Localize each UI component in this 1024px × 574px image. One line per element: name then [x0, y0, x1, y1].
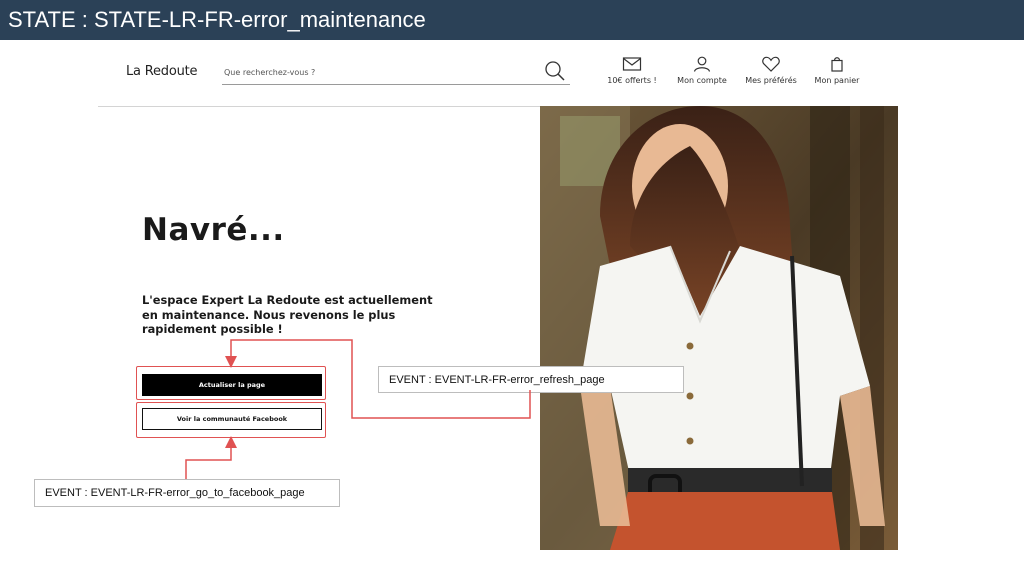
state-title-bar: STATE : STATE-LR-FR-error_maintenance	[0, 0, 1024, 40]
page-title: Navré...	[142, 212, 285, 248]
refresh-button-highlight	[136, 366, 326, 400]
nav-account[interactable]: Mon compte	[674, 56, 730, 85]
nav-cart-label: Mon panier	[814, 76, 860, 85]
state-title: STATE : STATE-LR-FR-error_maintenance	[8, 7, 426, 32]
facebook-event-annotation: EVENT : EVENT-LR-FR-error_go_to_facebook…	[34, 479, 340, 507]
woman-photo-illustration	[540, 106, 898, 550]
search-bar	[222, 60, 570, 85]
la-redoute-logo[interactable]: La Redoute	[126, 64, 198, 79]
facebook-button-highlight	[136, 402, 326, 438]
nav-favorites[interactable]: Mes préférés	[742, 56, 800, 85]
facebook-event-connector	[185, 436, 237, 479]
search-input[interactable]	[224, 64, 524, 80]
refresh-event-annotation: EVENT : EVENT-LR-FR-error_refresh_page	[378, 366, 684, 393]
search-icon[interactable]	[544, 60, 566, 82]
nav-cart[interactable]: Mon panier	[812, 56, 862, 85]
header-divider	[98, 106, 540, 107]
nav-account-label: Mon compte	[677, 76, 727, 85]
heart-icon	[762, 56, 780, 72]
nav-favorites-label: Mes préférés	[745, 76, 797, 85]
shopping-bag-icon	[831, 57, 843, 72]
woman-photo	[540, 106, 898, 550]
maintenance-message: L'espace Expert La Redoute est actuellem…	[142, 293, 433, 336]
nav-offers[interactable]: 10€ offerts !	[606, 56, 658, 85]
mail-icon	[622, 57, 642, 71]
user-icon	[693, 56, 711, 72]
nav-offers-label: 10€ offerts !	[607, 76, 657, 85]
